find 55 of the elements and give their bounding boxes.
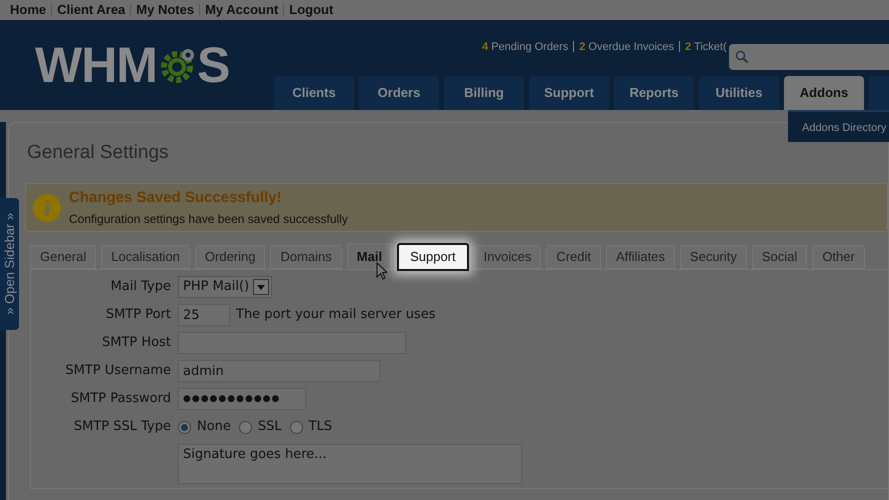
settings-tab[interactable]: Affiliates	[606, 245, 675, 269]
search-field[interactable]	[729, 44, 889, 70]
top-link[interactable]: My Notes	[136, 0, 194, 20]
logo-text: S	[196, 40, 230, 90]
field-label: SMTP Port	[106, 307, 171, 322]
logo-text: WHM	[35, 40, 157, 90]
alert-link[interactable]: 2 Overdue Invoices	[579, 39, 674, 56]
settings-tab[interactable]: Ordering	[194, 245, 266, 269]
radio-button[interactable]	[238, 420, 252, 434]
settings-tab[interactable]: Invoices	[474, 245, 542, 269]
settings-tab[interactable]: Credit	[546, 245, 602, 269]
dropdown-item[interactable]: Addons Directory	[802, 120, 889, 136]
alert-link[interactable]: 2 Ticket(	[685, 39, 727, 56]
nav-tab[interactable]: Billing	[444, 76, 524, 110]
settings-tab[interactable]: Social	[752, 245, 808, 269]
alert-link[interactable]: 4 Pending Orders	[482, 39, 568, 56]
top-link[interactable]: Logout	[289, 0, 334, 20]
nav-tab[interactable]: Orders	[359, 76, 439, 110]
settings-tab[interactable]: Security	[680, 245, 747, 269]
radio-button[interactable]	[178, 420, 191, 434]
settings-tab[interactable]: General	[30, 245, 96, 269]
field-label: SMTP Username	[65, 363, 171, 378]
radio-label: SSL	[258, 418, 282, 436]
nav-tab[interactable]: Reports	[614, 76, 694, 110]
text-field[interactable]: 25	[178, 304, 230, 326]
settings-tab[interactable]: Localisation	[101, 245, 190, 269]
radio-label: None	[197, 418, 231, 436]
top-link[interactable]: Home	[10, 0, 46, 20]
field-label: Mail Type	[110, 279, 171, 294]
nav-tab[interactable]: Addons	[784, 76, 864, 110]
top-link[interactable]: Client Area	[57, 0, 126, 20]
notice-message: Configuration settings have been saved successfully	[69, 210, 348, 228]
page-title: General Settings	[27, 141, 170, 165]
password-field[interactable]: ●●●●●●●●●●●	[178, 388, 306, 410]
settings-tab[interactable]: Domains	[270, 245, 342, 269]
search-icon	[735, 50, 749, 64]
settings-tab[interactable]: Other	[812, 245, 865, 269]
settings-tab[interactable]: Support	[397, 243, 469, 271]
nav-tab[interactable]: Utilities	[699, 76, 779, 110]
field-label: SMTP Host	[102, 335, 171, 350]
radio-label: TLS	[308, 418, 332, 436]
radio-button[interactable]	[290, 420, 303, 434]
settings-tab[interactable]: Mail	[346, 243, 392, 269]
text-field[interactable]: admin	[178, 360, 380, 382]
nav-tab[interactable]: Clients	[274, 76, 354, 110]
signature-textarea[interactable]: Signature goes here...	[178, 444, 522, 484]
field-label: SMTP Password	[70, 391, 171, 406]
sidebar-toggle[interactable]: » Open Sidebar »	[0, 198, 19, 330]
notice-title: Changes Saved Successfully!	[69, 188, 283, 208]
top-link[interactable]: My Account	[205, 0, 278, 20]
mail-type-select[interactable]: PHP Mail()	[178, 276, 272, 298]
field-hint: The port your mail server uses	[236, 306, 436, 324]
nav-tab[interactable]: Support	[529, 76, 609, 110]
info-icon	[33, 194, 61, 222]
field-label: SMTP SSL Type	[74, 419, 171, 434]
